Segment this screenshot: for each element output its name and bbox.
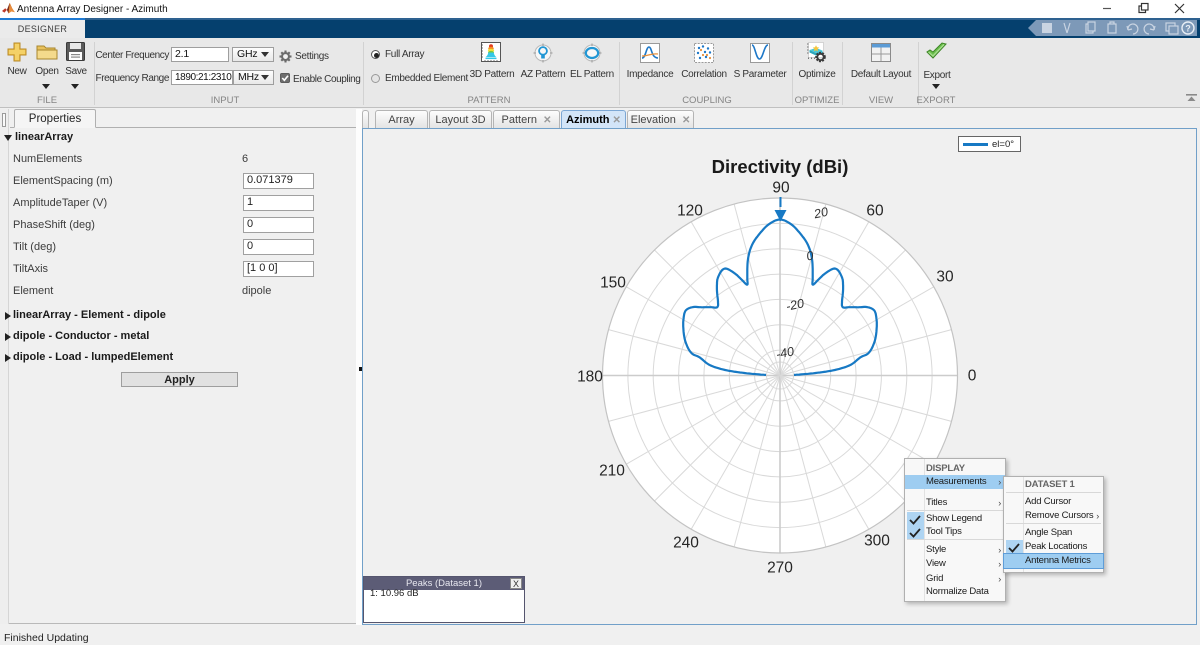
svg-text:?: ?: [1185, 24, 1191, 34]
svg-text:0: 0: [968, 368, 977, 385]
svg-text:90: 90: [772, 180, 790, 197]
svg-text:180: 180: [577, 369, 603, 386]
svg-text:30: 30: [936, 269, 954, 286]
svg-text:60: 60: [866, 203, 884, 220]
svg-text:240: 240: [673, 535, 699, 552]
svg-text:270: 270: [767, 560, 793, 577]
svg-text:150: 150: [600, 275, 626, 292]
svg-text:210: 210: [599, 463, 625, 480]
svg-text:120: 120: [677, 203, 703, 220]
svg-text:300: 300: [864, 533, 890, 550]
svg-text:Directivity (dBi): Directivity (dBi): [712, 156, 849, 177]
